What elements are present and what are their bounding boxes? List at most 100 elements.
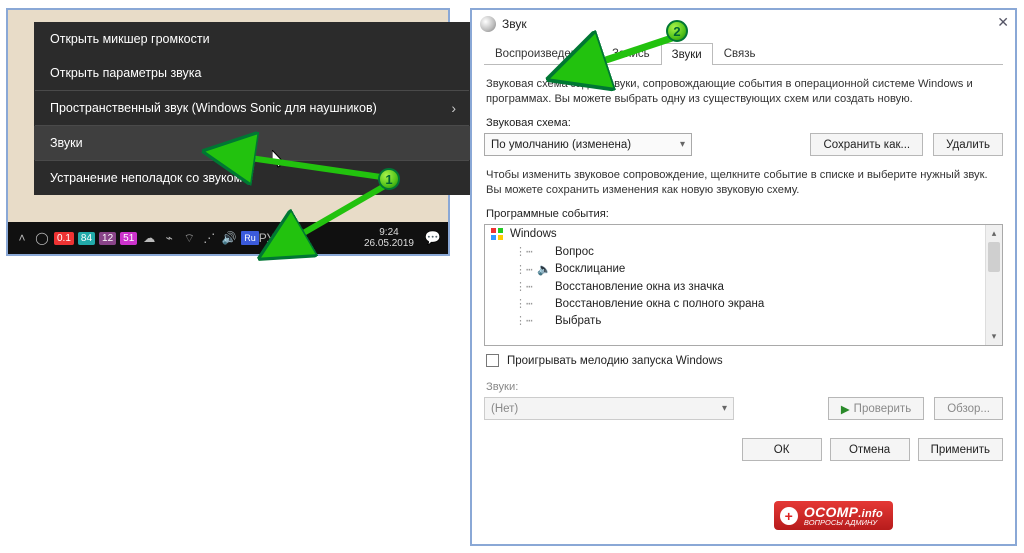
checkbox-label: Проигрывать мелодию запуска Windows	[507, 355, 723, 367]
tab-recording[interactable]: Запись	[601, 42, 661, 64]
speaker-icon: 🔈	[537, 262, 549, 276]
apply-button[interactable]: Применить	[918, 438, 1003, 461]
play-startup-row[interactable]: Проигрывать мелодию запуска Windows	[486, 354, 1001, 367]
wifi-icon[interactable]: ⋰	[201, 231, 217, 245]
button-label: Применить	[931, 444, 990, 456]
button-label: Обзор...	[947, 403, 990, 415]
list-item[interactable]: ⋮⋯Выбрать	[485, 312, 985, 329]
sounds-combobox: (Нет) ▾	[484, 397, 734, 420]
tray-metric-1[interactable]: 0.1	[54, 232, 74, 245]
watermark-logo: + OCOMP.info ВОПРОСЫ АДМИНУ	[774, 501, 893, 530]
list-item-label: Восстановление окна из значка	[555, 281, 724, 293]
scheme-combobox[interactable]: По умолчанию (изменена) ▾	[484, 133, 692, 156]
list-item-label: Windows	[510, 228, 557, 240]
close-icon[interactable]: ✕	[997, 14, 1009, 31]
clock-date: 26.05.2019	[364, 238, 414, 249]
onedrive-icon[interactable]: ☁	[141, 231, 157, 245]
button-label: Проверить	[854, 403, 912, 415]
tab-label: Воспроизведение	[495, 48, 590, 60]
tab-label: Запись	[612, 48, 650, 60]
language-text[interactable]: РУС	[263, 231, 279, 245]
volume-icon[interactable]: 🔊	[221, 231, 237, 245]
list-item-windows-root[interactable]: Windows	[485, 225, 985, 243]
list-item-label: Восстановление окна с полного экрана	[555, 298, 764, 310]
scroll-thumb[interactable]	[988, 242, 1000, 272]
ctx-label: Устранение неполадок со звуком	[50, 171, 242, 185]
tab-strip: Воспроизведение Запись Звуки Связь	[484, 42, 1003, 65]
list-item[interactable]: ⋮⋯🔈Восклицание	[485, 260, 985, 278]
tab-playback[interactable]: Воспроизведение	[484, 42, 601, 64]
checkbox-icon[interactable]	[486, 354, 499, 367]
scroll-up-button[interactable]: ▴	[986, 225, 1002, 242]
list-item[interactable]: ⋮⋯ Вопрос	[485, 243, 985, 260]
network-icon[interactable]: ⌔	[181, 231, 197, 245]
tray-app-icon[interactable]: ◯	[34, 231, 50, 245]
taskbar-clock[interactable]: 9:24 26.05.2019	[364, 227, 420, 249]
scroll-down-button[interactable]: ▾	[986, 328, 1002, 345]
tray-metric-3[interactable]: 12	[99, 232, 116, 245]
ctx-label: Открыть параметры звука	[50, 66, 202, 80]
chevron-down-icon: ▾	[722, 403, 727, 414]
tab-communications[interactable]: Связь	[713, 42, 767, 64]
button-label: Сохранить как...	[823, 139, 910, 151]
annotation-badge-2: 2	[666, 20, 688, 42]
tree-line-icon: ⋮⋯	[515, 263, 531, 276]
language-indicator-icon[interactable]: Ru	[241, 231, 259, 245]
tray-metric-4[interactable]: 51	[120, 232, 137, 245]
ctx-label: Звуки	[50, 136, 83, 150]
action-center-icon[interactable]: 💬	[424, 230, 442, 246]
ctx-open-sound-settings[interactable]: Открыть параметры звука	[34, 56, 470, 90]
ctx-spatial-sound[interactable]: Пространственный звук (Windows Sonic для…	[34, 91, 470, 125]
events-listbox[interactable]: Windows ⋮⋯Вопрос ⋮⋯🔈Восклицание ⋮⋯Восста…	[484, 224, 1003, 346]
bluetooth-icon[interactable]: ⌁	[161, 231, 177, 245]
list-item[interactable]: ⋮⋯ Восстановление окна из значка	[485, 278, 985, 295]
cancel-button[interactable]: Отмена	[830, 438, 910, 461]
button-label: Удалить	[946, 139, 990, 151]
save-as-button[interactable]: Сохранить как...	[810, 133, 923, 156]
sounds-value: (Нет)	[491, 403, 518, 415]
dialog-title: Звук	[502, 17, 527, 31]
left-screenshot-panel: Открыть микшер громкости Открыть парамет…	[6, 8, 450, 256]
tab-label: Связь	[724, 48, 756, 60]
button-label: Отмена	[849, 444, 890, 456]
tree-line-icon: ⋮⋯	[515, 245, 531, 258]
ctx-open-mixer[interactable]: Открыть микшер громкости	[34, 22, 470, 56]
clock-time: 9:24	[364, 227, 414, 238]
windows-logo-icon	[491, 228, 504, 240]
sound-icon	[480, 16, 496, 32]
scheme-label: Звуковая схема:	[486, 117, 1001, 129]
watermark-sub: ВОПРОСЫ АДМИНУ	[804, 518, 883, 527]
taskbar: ˄ ◯ 0.1 84 12 51 ☁ ⌁ ⌔ ⋰ 🔊 Ru РУС 9:24 2…	[8, 222, 448, 254]
list-item[interactable]: ⋮⋯Восстановление окна с полного экрана	[485, 295, 985, 312]
list-item-label: Вопрос	[555, 246, 594, 258]
plus-icon: +	[780, 507, 798, 525]
badge-number: 2	[673, 24, 680, 39]
titlebar[interactable]: Звук ✕	[472, 10, 1015, 38]
ok-button[interactable]: ОК	[742, 438, 822, 461]
events-label: Программные события:	[486, 208, 1001, 220]
sound-dialog: Звук ✕ Воспроизведение Запись Звуки Связ…	[470, 8, 1017, 546]
tab-label: Звуки	[672, 49, 702, 61]
scheme-description: Звуковая схема задает звуки, сопровождаю…	[486, 77, 1001, 107]
sounds-label: Звуки:	[486, 381, 1001, 393]
tray-metric-2[interactable]: 84	[78, 232, 95, 245]
events-description: Чтобы изменить звуковое сопровождение, щ…	[486, 168, 1001, 198]
browse-button: Обзор...	[934, 397, 1003, 420]
tree-line-icon: ⋮⋯	[515, 280, 531, 293]
badge-number: 1	[385, 172, 392, 187]
test-button: ▶ Проверить	[828, 397, 924, 420]
delete-button[interactable]: Удалить	[933, 133, 1003, 156]
tab-sounds[interactable]: Звуки	[661, 43, 713, 65]
list-item-label: Выбрать	[555, 315, 601, 327]
ctx-label: Пространственный звук (Windows Sonic для…	[50, 101, 377, 115]
scrollbar[interactable]: ▴ ▾	[985, 225, 1002, 345]
chevron-down-icon: ▾	[680, 139, 685, 150]
ctx-troubleshoot[interactable]: Устранение неполадок со звуком	[34, 161, 470, 195]
ctx-sounds[interactable]: Звуки	[34, 126, 470, 160]
annotation-badge-1: 1	[378, 168, 400, 190]
dialog-button-row: ОК Отмена Применить	[484, 434, 1003, 461]
tray-chevron-icon[interactable]: ˄	[14, 231, 30, 245]
volume-context-menu: Открыть микшер громкости Открыть парамет…	[34, 22, 470, 195]
ctx-label: Открыть микшер громкости	[50, 32, 210, 46]
play-icon: ▶	[841, 402, 850, 416]
